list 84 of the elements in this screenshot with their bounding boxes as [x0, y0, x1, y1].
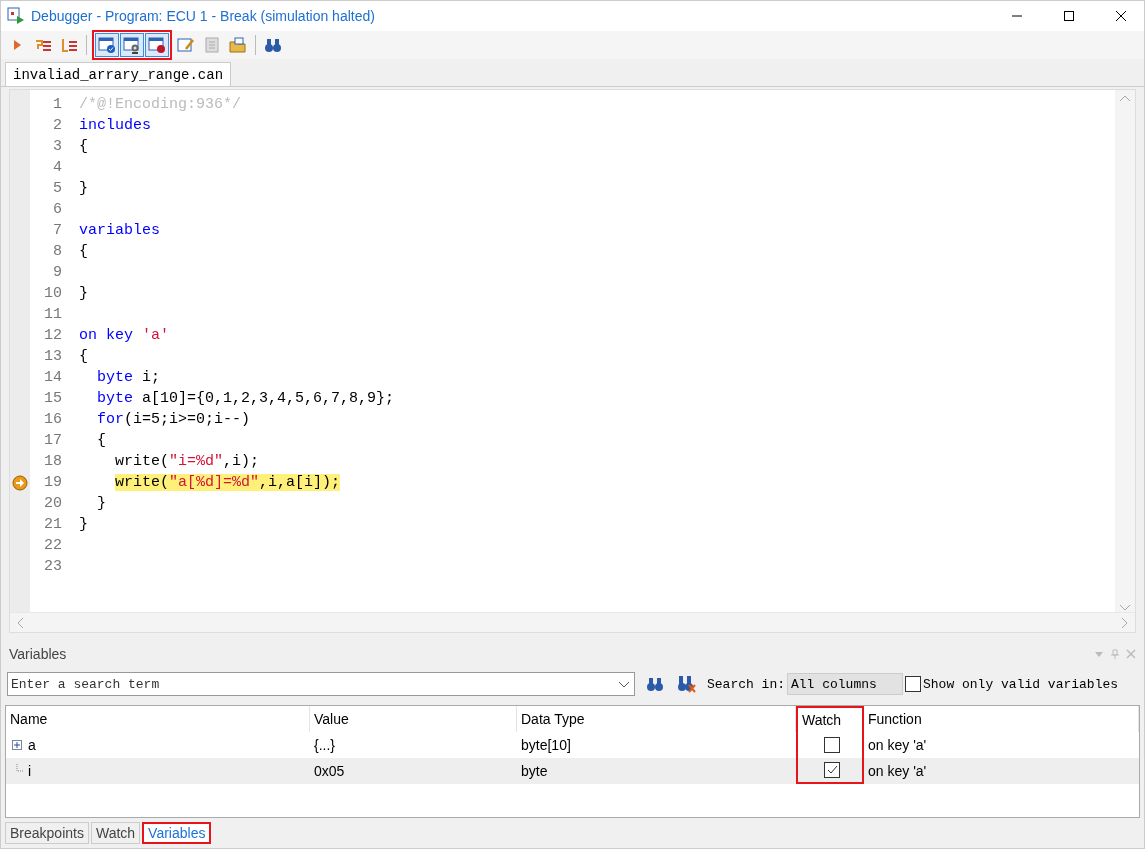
binoculars-icon	[264, 36, 282, 54]
window-title: Debugger - Program: ECU 1 - Break (simulation halted)	[31, 8, 376, 24]
table-cell: byte	[521, 762, 548, 779]
edit-icon	[177, 36, 195, 54]
column-header[interactable]: Name	[6, 705, 310, 732]
table-cell: 0x05	[314, 762, 345, 779]
watch-checkbox[interactable]	[824, 736, 840, 753]
window-check-icon	[98, 36, 116, 54]
open-folder-icon	[229, 36, 247, 54]
valid-only-checkbox[interactable]: Show only valid variables	[905, 676, 1119, 693]
line-number: 11	[44, 305, 62, 325]
line-number: 23	[44, 557, 62, 577]
table-cell: byte[10]	[521, 736, 571, 753]
code-line: on key 'a'	[79, 326, 170, 346]
code-line: byte i;	[96, 368, 161, 388]
line-number: 21	[44, 515, 62, 535]
panel-tab[interactable]: Watch	[90, 822, 141, 845]
line-number: 6	[53, 200, 62, 220]
line-number: 2	[53, 116, 62, 136]
table-cell: i	[28, 762, 32, 779]
app-icon	[7, 7, 25, 25]
line-number: 7	[53, 221, 62, 241]
table-cell: a	[28, 736, 36, 753]
line-number: 15	[44, 389, 62, 409]
code-line: includes	[79, 116, 151, 136]
close-icon	[1126, 649, 1136, 660]
code-line: {	[79, 137, 88, 157]
search-in-label: Search in:	[707, 676, 785, 692]
line-number: 19	[44, 473, 62, 493]
file-tab[interactable]: invaliad_arrary_range.can	[5, 62, 232, 86]
line-number: 18	[44, 452, 62, 472]
line-number: 14	[44, 368, 62, 388]
search-in-dropdown[interactable]: All columns	[787, 673, 903, 696]
line-number: 3	[53, 137, 62, 157]
pin-icon	[1110, 649, 1120, 660]
code-line: {	[96, 431, 107, 451]
table-cell: on key 'a'	[868, 762, 927, 779]
code-line: /*@!Encoding:936*/	[79, 95, 242, 115]
window-check-button[interactable]	[95, 33, 119, 57]
table-cell: {...}	[314, 736, 336, 753]
code-line: {	[79, 347, 88, 367]
line-number: 10	[44, 284, 62, 304]
binoculars-cross-icon	[678, 675, 696, 694]
code-line: write("i=%d",i);	[114, 452, 260, 472]
line-number: 17	[44, 431, 62, 451]
code-line: {	[79, 242, 88, 262]
expand-icon	[10, 737, 24, 752]
watch-checkbox[interactable]	[824, 761, 840, 778]
code-line: }	[79, 515, 88, 535]
panel-title: Variables	[9, 646, 67, 663]
line-number: 22	[44, 536, 62, 556]
column-header[interactable]: Value	[310, 705, 517, 732]
line-number: 8	[53, 242, 62, 262]
line-number: 13	[44, 347, 62, 367]
window-webcam-button[interactable]	[120, 33, 144, 57]
table-cell: on key 'a'	[868, 736, 927, 753]
window-record-icon	[148, 36, 166, 54]
binoculars-icon	[646, 675, 664, 694]
code-line: for(i=5;i>=0;i--)	[96, 410, 251, 430]
line-number: 16	[44, 410, 62, 430]
code-line: byte a[10]={0,1,2,3,4,5,6,7,8,9};	[96, 389, 395, 409]
line-number: 12	[44, 326, 62, 346]
close-icon	[1115, 10, 1127, 22]
code-line: write("a[%d]=%d",i,a[i]);	[114, 473, 341, 493]
column-header[interactable]: Data Type	[517, 705, 796, 732]
line-number: 5	[53, 179, 62, 199]
check-icon	[826, 763, 838, 776]
code-line: }	[96, 494, 107, 514]
line-number: 1	[53, 95, 62, 115]
line-number: 9	[53, 263, 62, 283]
column-header[interactable]: Function	[864, 705, 1139, 732]
code-line: }	[79, 284, 88, 304]
panel-tab[interactable]: Breakpoints	[5, 822, 89, 845]
code-line: }	[79, 179, 88, 199]
maximize-icon	[1063, 10, 1075, 22]
column-header[interactable]: Watch	[796, 705, 864, 732]
line-number: 20	[44, 494, 62, 514]
panel-tab[interactable]: Variables	[142, 822, 212, 845]
window-record-button[interactable]	[145, 33, 169, 57]
code-line: variables	[79, 221, 160, 241]
window-webcam-icon	[123, 36, 141, 54]
step-out-icon	[60, 36, 78, 54]
line-number: 4	[53, 158, 62, 178]
document-icon	[203, 36, 221, 54]
